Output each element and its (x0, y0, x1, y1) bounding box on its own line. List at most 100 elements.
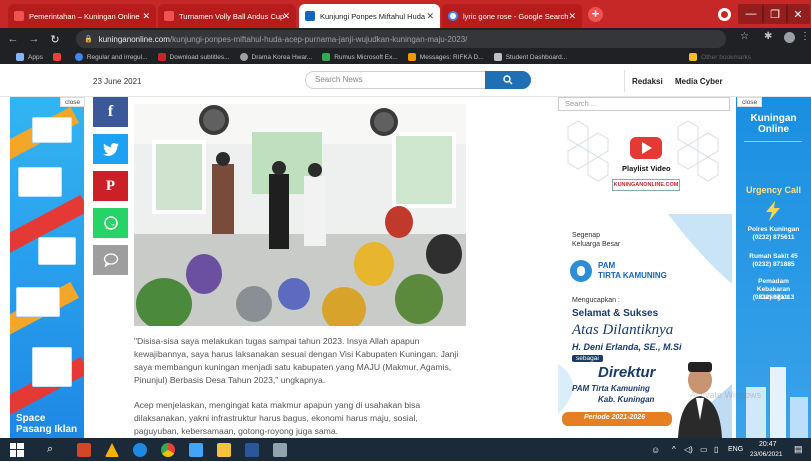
bookmark-item[interactable]: Download subtitles... (157, 53, 230, 61)
chrome-icon[interactable] (161, 443, 175, 457)
notification-icon[interactable]: ▤ (794, 444, 803, 455)
file-explorer-icon[interactable] (217, 443, 231, 457)
right-ad-banner[interactable]: Kuningan Online Urgency Call Polres Kuni… (736, 97, 811, 439)
tab-close-icon[interactable]: ✕ (568, 11, 576, 22)
pinterest-icon: P (105, 177, 116, 194)
tab-close-icon[interactable]: ✕ (142, 11, 150, 22)
apps-grid-icon (16, 53, 24, 61)
volume-icon[interactable]: ◁) (684, 445, 693, 454)
vlc-icon[interactable] (105, 443, 119, 457)
people-icon[interactable]: ☺ (651, 445, 660, 455)
clock-time[interactable]: 20:47 (759, 441, 777, 448)
browser-tab-bar: Pemerintahan – Kuningan Online ✕ Turname… (0, 0, 811, 28)
address-bar[interactable]: 🔒 kuninganonline.com/kunjungi-ponpes-mif… (76, 30, 726, 48)
hexagon-pattern (567, 120, 719, 182)
bookmark-item[interactable]: Student Dashboard... (493, 53, 567, 61)
windows-start-icon[interactable] (10, 443, 24, 457)
whatsapp-share-button[interactable] (93, 208, 128, 238)
url-path: /kunjungi-ponpes-miftahul-huda-acep-purn… (169, 34, 468, 44)
browser-tab[interactable]: lyric gone rose - Google Search ✕ (442, 4, 582, 28)
playlist-video-label[interactable]: Playlist Video (622, 164, 671, 173)
chevron-up-icon[interactable]: ^ (672, 445, 676, 454)
plus-icon[interactable]: + (588, 7, 603, 22)
right-ad-close-button[interactable]: close (737, 97, 763, 107)
tab-close-icon[interactable]: ✕ (282, 11, 290, 22)
menu-dots-icon[interactable]: ⋮ (800, 31, 810, 42)
lock-icon: 🔒 (84, 36, 93, 43)
clock-date[interactable]: 23/06/2021 (750, 451, 783, 458)
account-icon[interactable] (784, 32, 795, 43)
nav-media-cyber[interactable]: Media Cyber (675, 77, 723, 86)
left-ad-text: Space Pasang Iklan (16, 413, 78, 435)
comment-share-button[interactable] (93, 245, 128, 275)
minimize-icon[interactable]: — (738, 4, 764, 24)
reload-icon[interactable]: ↻ (47, 33, 63, 46)
ad-mockup-image (16, 287, 60, 317)
ad-mockup-image (32, 117, 72, 143)
forward-icon[interactable]: → (26, 33, 42, 45)
ad-mockup-image (38, 237, 76, 265)
bookmarks-bar: Apps Regular and irregul... Download sub… (0, 50, 811, 64)
bookmark-item[interactable]: Messages: RIFKA D... (407, 53, 484, 61)
lightning-icon (763, 201, 783, 226)
back-icon[interactable]: ← (5, 33, 21, 45)
nav-redaksi[interactable]: Redaksi (632, 77, 663, 86)
pam-congratulation-ad[interactable]: Segenap Keluarga Besar PAM TIRTA KAMUNIN… (558, 214, 732, 438)
bookmark-item[interactable]: Drama Korea Hwar... (239, 53, 312, 61)
tab-close-icon[interactable]: ✕ (426, 11, 434, 22)
bookmark-apps[interactable]: Apps (16, 53, 43, 61)
tab-label: Pemerintahan – Kuningan Online (29, 11, 140, 21)
powerpoint-icon[interactable] (77, 443, 91, 457)
site-favicon-icon (305, 11, 315, 21)
google-icon (448, 11, 458, 21)
left-ad-banner[interactable]: Space Pasang Iklan (10, 97, 84, 439)
sidebar-search-input[interactable]: Search ... (558, 97, 730, 111)
browser-tab[interactable]: Turnamen Volly Ball Andus Cup ✕ (158, 4, 296, 28)
site-favicon-icon (164, 11, 174, 21)
chart-icon (322, 53, 331, 61)
search-icon[interactable]: ⌕ (47, 443, 53, 456)
network-icon[interactable]: ▭ (700, 445, 708, 454)
bookmark-gmail[interactable] (52, 53, 65, 61)
word-icon[interactable] (245, 443, 259, 457)
google-icon (74, 53, 83, 61)
search-button[interactable] (485, 71, 531, 89)
pinterest-share-button[interactable]: P (93, 171, 128, 201)
profile-avatar[interactable] (718, 8, 731, 21)
bookmark-item[interactable]: Rumus Microsoft Ex... (322, 53, 398, 61)
browser-tab[interactable]: Pemerintahan – Kuningan Online ✕ (8, 4, 156, 28)
edge-icon[interactable] (133, 443, 147, 457)
extension-icon[interactable]: ✱ (764, 31, 772, 42)
tab-label: Turnamen Volly Ball Andus Cup (179, 11, 285, 21)
url-domain: kuninganonline.com (98, 34, 170, 44)
language-indicator[interactable]: ENG (728, 446, 743, 453)
tab-label: lyric gone rose - Google Search (463, 11, 569, 21)
header-date: 23 June 2021 (93, 77, 142, 86)
share-buttons: f P (93, 97, 128, 282)
ad-mockup-image (32, 347, 72, 387)
facebook-share-button[interactable]: f (93, 97, 128, 127)
battery-icon[interactable]: ▯ (714, 445, 718, 454)
article-paragraph: "Disisa-sisa saya melakukan tugas sampai… (134, 336, 459, 385)
gmail-icon (52, 53, 61, 61)
browser-tab-active[interactable]: Kunjungi Ponpes Miftahul Huda ✕ (299, 4, 440, 28)
app-icon[interactable] (273, 443, 287, 457)
left-ad-close-button[interactable]: close (60, 97, 86, 107)
kuninganonline-logo: KUNINGANONLINE.COM (612, 179, 680, 191)
subtitle-site-icon (157, 53, 166, 61)
store-icon[interactable] (189, 443, 203, 457)
tab-label: Kunjungi Ponpes Miftahul Huda (320, 11, 426, 21)
other-bookmarks[interactable]: Other bookmarks (689, 53, 751, 61)
playlist-video-box[interactable] (558, 117, 730, 207)
bookmark-item[interactable]: Regular and irregul... (74, 53, 148, 61)
restore-icon[interactable]: ❐ (762, 4, 788, 24)
star-icon[interactable]: ☆ (740, 31, 749, 42)
search-news-input[interactable]: Search News (305, 71, 485, 89)
window-close-icon[interactable]: ✕ (786, 4, 810, 24)
document-icon (493, 53, 502, 61)
ad-contact-info (744, 141, 802, 171)
twitter-icon (102, 142, 119, 156)
twitter-share-button[interactable] (93, 134, 128, 164)
ad-mockup-image (18, 167, 62, 197)
site-header: 23 June 2021 Search News Redaksi Media C… (0, 64, 811, 97)
